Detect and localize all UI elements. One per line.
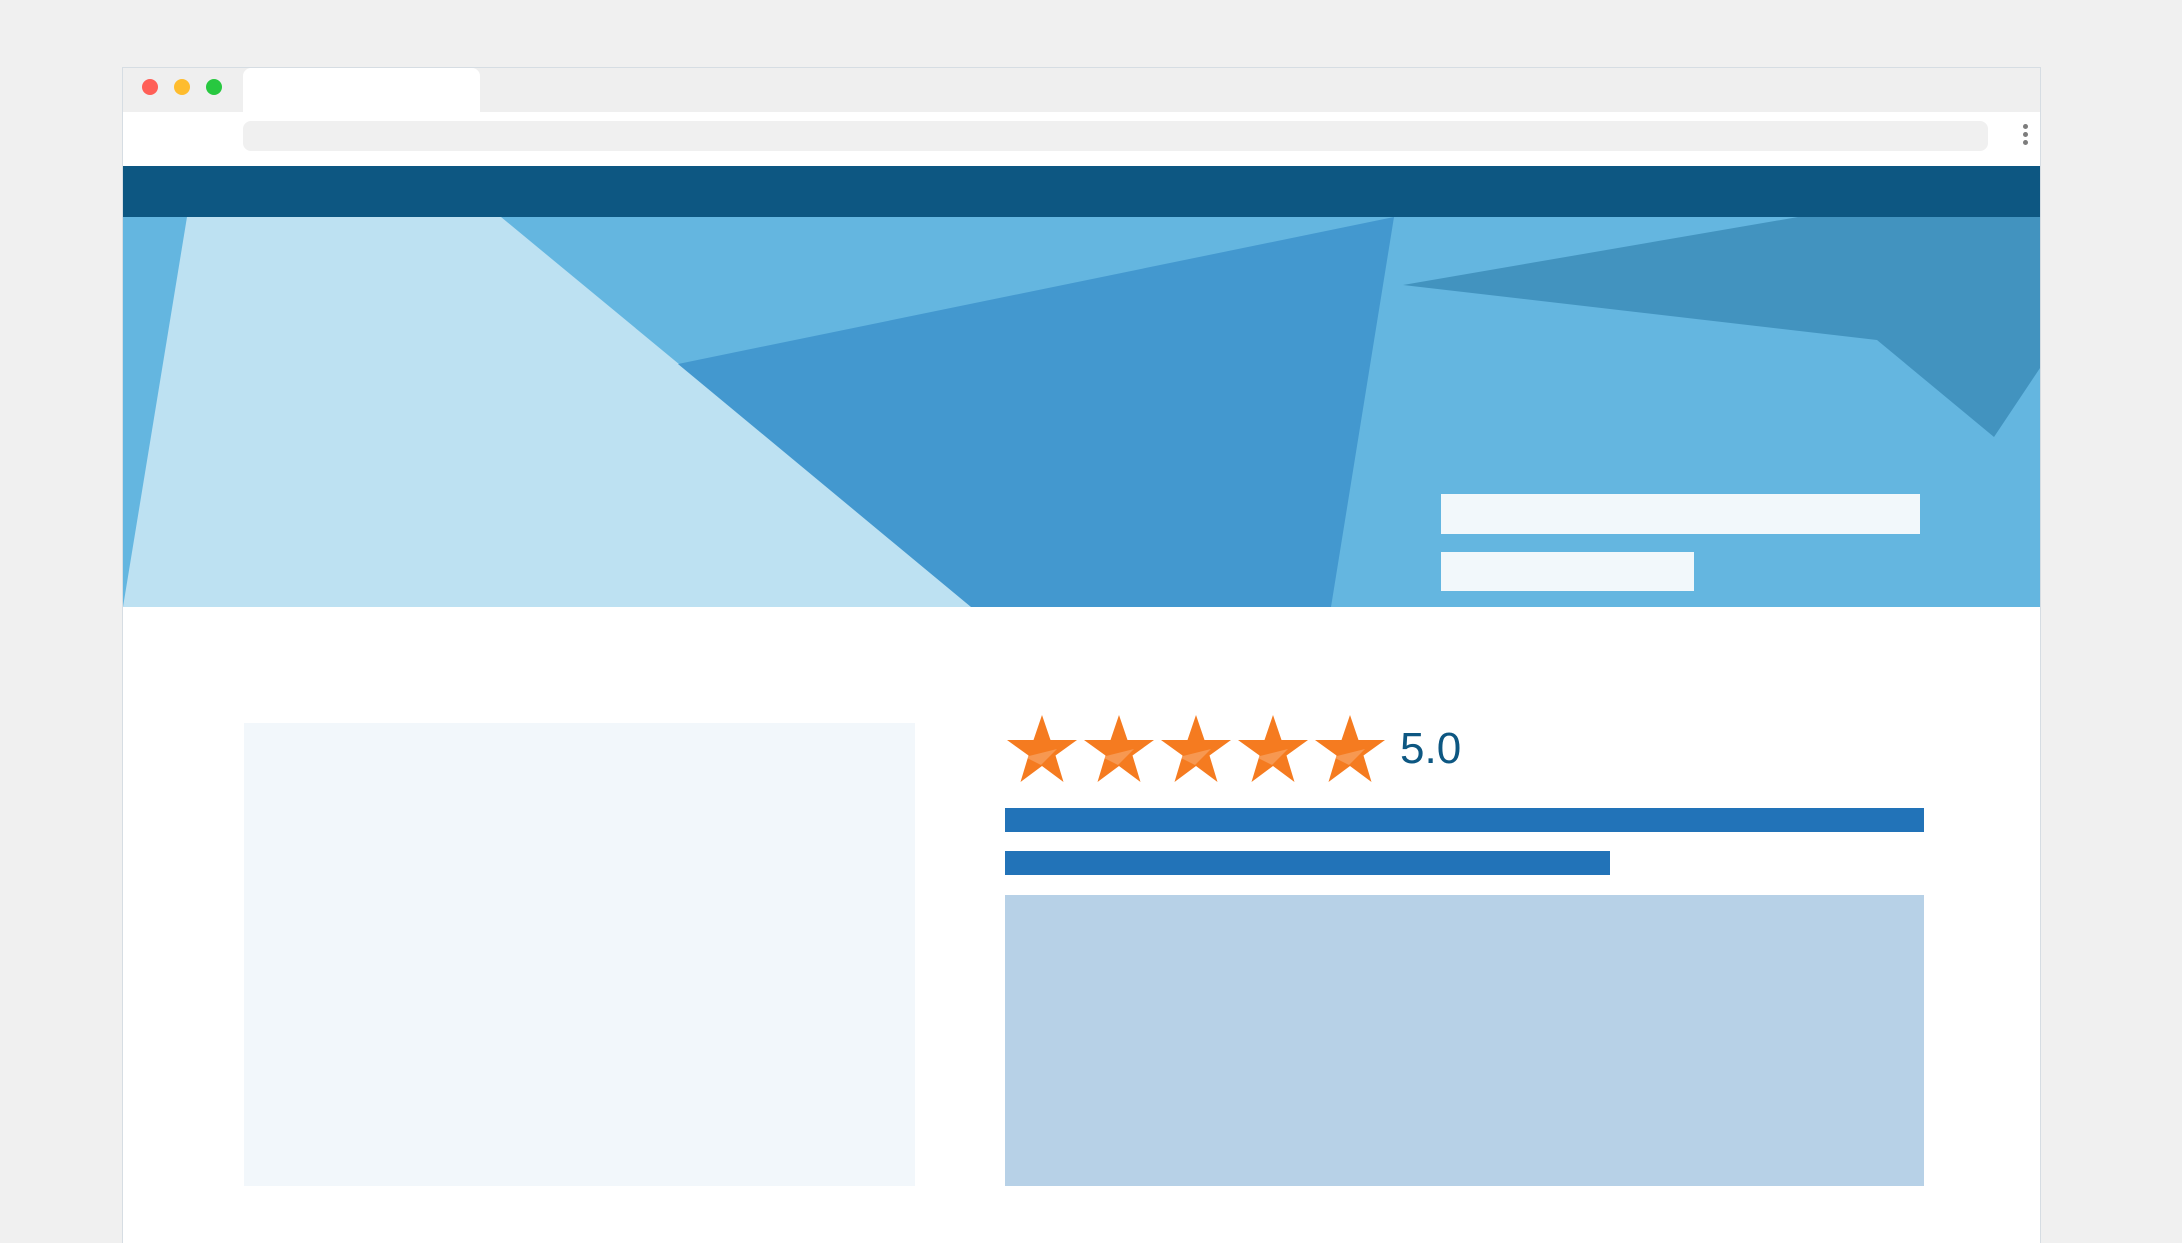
star-icon [1161, 715, 1231, 782]
star-icon [1007, 715, 1077, 782]
browser-window: 5.0 [122, 67, 2041, 1243]
hero-headline-placeholder [1441, 494, 1920, 534]
star-rating [1005, 713, 1390, 785]
site-navigation-bar [123, 166, 2040, 217]
star-icon [1315, 715, 1385, 782]
maximize-window-button[interactable] [206, 79, 222, 95]
star-icon [1238, 715, 1308, 782]
address-bar[interactable] [243, 121, 1988, 151]
product-image-placeholder [244, 723, 915, 1186]
browser-tab[interactable] [243, 68, 480, 112]
product-title-placeholder [1005, 808, 1924, 832]
close-window-button[interactable] [142, 79, 158, 95]
browser-toolbar [123, 112, 2040, 166]
product-rating: 5.0 [1005, 713, 1461, 785]
tab-strip [123, 68, 2040, 112]
hero-background-graphic [123, 217, 2040, 607]
kebab-menu-icon[interactable] [2022, 124, 2030, 150]
product-subtitle-placeholder [1005, 851, 1610, 875]
rating-value: 5.0 [1400, 724, 1462, 773]
star-icon [1084, 715, 1154, 782]
minimize-window-button[interactable] [174, 79, 190, 95]
hero-banner [123, 217, 2040, 607]
hero-subheadline-placeholder [1441, 552, 1694, 591]
product-description-placeholder [1005, 895, 1924, 1186]
